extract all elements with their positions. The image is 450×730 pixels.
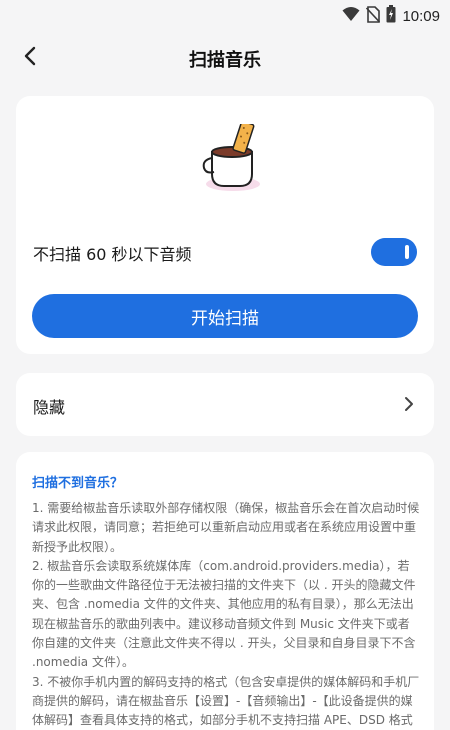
hidden-folders-label: 隐藏	[33, 398, 66, 417]
help-paragraph: 2. 椒盐音乐会读取系统媒体库（com.android.providers.me…	[32, 558, 416, 670]
no-sim-icon	[366, 5, 381, 27]
page-title: 扫描音乐	[189, 50, 261, 71]
help-paragraph: 1. 需要给椒盐音乐读取外部存储权限（确保，椒盐音乐会在首次启动时候请求此权限，…	[32, 501, 420, 554]
short-audio-filter-label: 不扫描 60 秒以下音频	[33, 245, 192, 264]
status-time: 10:09	[402, 7, 440, 25]
battery-icon	[386, 5, 396, 27]
toggle-knob	[405, 245, 409, 259]
wifi-icon	[342, 6, 360, 26]
status-icons: 10:09	[342, 5, 440, 27]
help-body: 1. 需要给椒盐音乐读取外部存储权限（确保，椒盐音乐会在首次启动时候请求此权限，…	[32, 499, 420, 730]
help-paragraph: 3. 不被你手机内置的解码支持的格式（包含安卓提供的媒体解码和手机厂商提供的解码…	[32, 674, 420, 728]
app-bar: 扫描音乐	[0, 36, 450, 80]
start-scan-button[interactable]: 开始扫描	[32, 294, 418, 338]
help-card: 扫描不到音乐？ 1. 需要给椒盐音乐读取外部存储权限（确保，椒盐音乐会在首次启动…	[16, 452, 434, 730]
scan-card: 不扫描 60 秒以下音频 开始扫描	[16, 96, 434, 354]
help-title: 扫描不到音乐？	[32, 476, 124, 491]
hidden-folders-row[interactable]: 隐藏	[16, 373, 434, 436]
status-bar: 10:09	[0, 0, 450, 30]
short-audio-filter-toggle[interactable]	[371, 238, 417, 266]
coffee-cup-icon	[200, 120, 266, 194]
chevron-right-icon	[404, 396, 414, 412]
